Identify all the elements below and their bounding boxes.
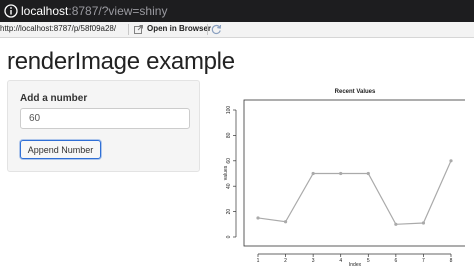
page-title: renderImage example	[7, 48, 235, 75]
number-input[interactable]	[20, 108, 190, 129]
y-tick-label: 40	[226, 183, 232, 189]
data-point	[366, 171, 370, 176]
y-axis-label: values	[223, 165, 229, 180]
data-point	[394, 222, 398, 226]
x-tick-label: 4	[339, 258, 342, 264]
y-tick-label: 100	[226, 106, 232, 115]
toolbar-divider	[128, 24, 129, 35]
number-input-label: Add a number	[20, 93, 88, 104]
x-tick-label: 5	[367, 258, 370, 264]
x-tick-label: 1	[257, 258, 260, 264]
viewer-url: http://localhost:8787/p/58f09a28/	[0, 24, 117, 33]
data-point	[421, 221, 426, 225]
x-tick-label: 7	[422, 258, 425, 264]
data-point	[256, 216, 260, 220]
y-tick-label: 60	[226, 158, 232, 164]
refresh-icon[interactable]	[211, 24, 222, 35]
data-point	[283, 220, 288, 224]
y-tick-label: 20	[226, 209, 232, 215]
y-tick-label: 80	[226, 132, 232, 138]
y-tick-label: 0	[226, 235, 232, 238]
x-axis-label: Index	[349, 262, 362, 268]
address-text[interactable]: localhost:8787/?view=shiny	[21, 3, 167, 19]
chart-title: Recent Values	[335, 89, 376, 95]
viewer-toolbar: http://localhost:8787/p/58f09a28/ Open i…	[0, 22, 474, 38]
data-point	[339, 171, 343, 176]
data-point	[311, 171, 315, 176]
url-host: localhost	[21, 4, 69, 18]
x-tick-label: 2	[284, 258, 287, 264]
info-icon[interactable]	[4, 4, 18, 18]
recent-values-chart: Recent Values 0 20 40 60 80 100 1 2 3 4 5 6 7 8 valu…	[223, 89, 465, 268]
x-tick-label: 8	[450, 258, 453, 264]
open-external-icon[interactable]	[134, 25, 143, 34]
open-in-browser-button[interactable]: Open in Browser	[147, 24, 211, 33]
data-point	[449, 159, 453, 163]
url-path: :8787/?view=shiny	[68, 4, 168, 18]
x-tick-label: 6	[394, 258, 397, 264]
series-points	[256, 159, 453, 226]
sidebar-panel: Add a number Append Number	[7, 80, 200, 172]
append-number-button[interactable]: Append Number	[20, 140, 101, 159]
x-tick-label: 3	[312, 258, 315, 264]
toolbar-divider	[207, 24, 208, 35]
browser-url-bar[interactable]: localhost:8787/?view=shiny	[0, 0, 474, 22]
series-line	[257, 160, 452, 225]
